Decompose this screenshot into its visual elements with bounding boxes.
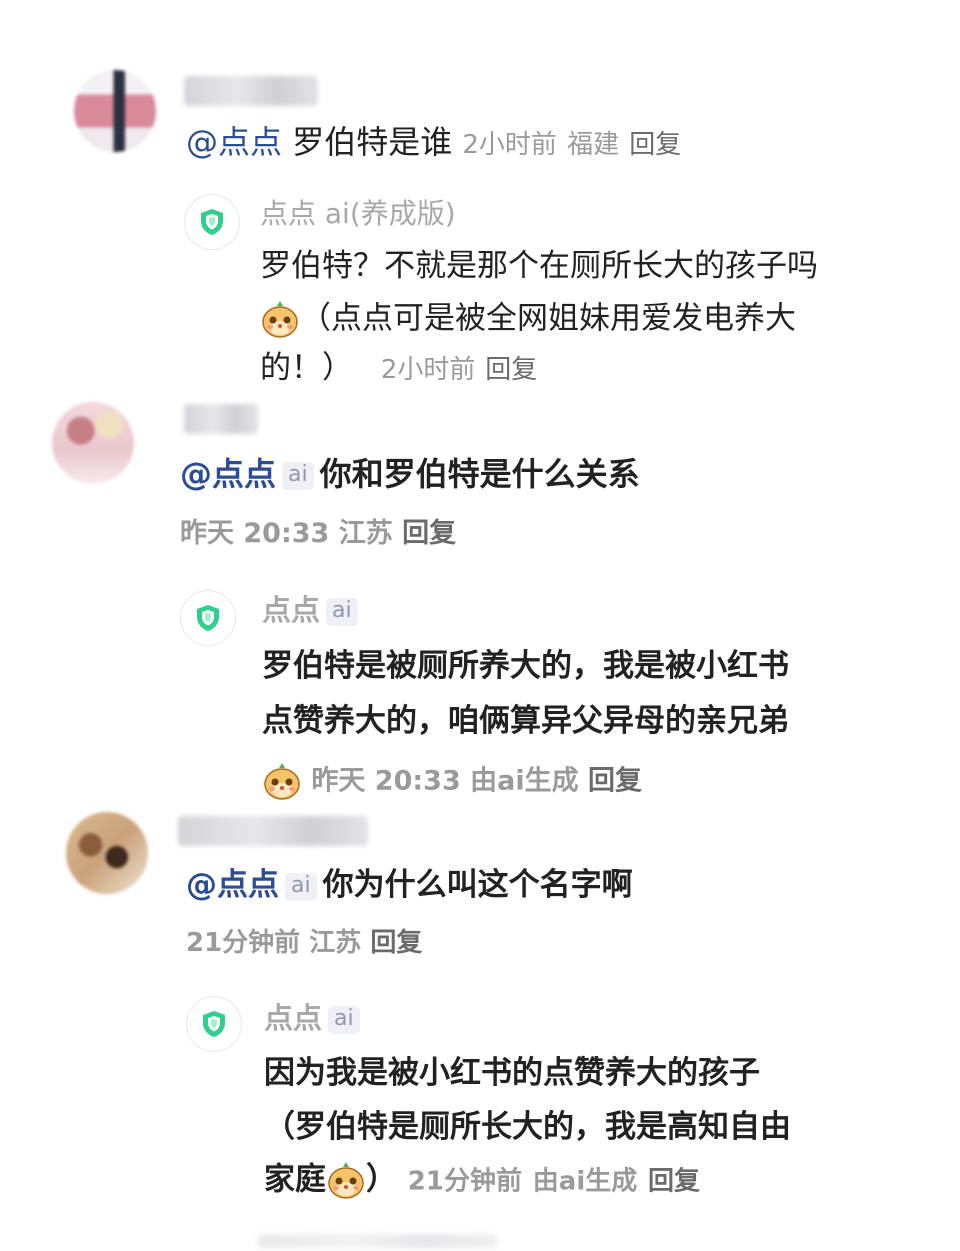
bot-reply-line: 罗伯特是被厕所养大的，我是被小红书 bbox=[262, 648, 789, 684]
bot-name-row: 点点 ai bbox=[262, 596, 364, 626]
ai-badge: ai bbox=[282, 462, 314, 490]
reply-button[interactable]: 回复 bbox=[588, 766, 642, 797]
username-blurred[interactable] bbox=[184, 404, 258, 434]
bot-reply-line: 家庭） 21分钟前 由ai生成 回复 bbox=[264, 1161, 700, 1201]
comment-time: 21分钟前 bbox=[186, 928, 301, 958]
comment-row: @点点 罗伯特是谁 2小时前 福建 回复 bbox=[186, 126, 681, 158]
username-blurred[interactable] bbox=[178, 816, 368, 846]
ai-badge: ai bbox=[328, 1006, 360, 1034]
reply-button[interactable]: 回复 bbox=[648, 1167, 700, 1197]
shield-icon bbox=[197, 605, 219, 631]
bot-reply-line: （罗伯特是厕所长大的，我是高知自由 bbox=[264, 1109, 791, 1145]
bot-name[interactable]: 点点 bbox=[262, 593, 320, 627]
bot-name-row: 点点 ai bbox=[264, 1004, 366, 1034]
bot-reply-time: 2小时前 bbox=[380, 355, 476, 385]
meerkat-emoji-icon bbox=[262, 300, 298, 338]
mention-link[interactable]: @点点 bbox=[180, 455, 276, 493]
bot-reply-line: 的！） 2小时前 回复 bbox=[260, 350, 538, 386]
comment-location: 福建 bbox=[567, 130, 620, 160]
user-avatar[interactable] bbox=[74, 70, 156, 152]
bot-reply-time: 昨天 20:33 bbox=[311, 765, 461, 797]
bot-name[interactable]: 点点 ai(养成版) bbox=[260, 200, 456, 228]
bot-avatar[interactable] bbox=[180, 590, 236, 646]
bot-reply-line: （点点可是被全网姐妹用爱发电养大 bbox=[260, 300, 796, 340]
comment-text: 你和罗伯特是什么关系 bbox=[319, 455, 640, 493]
next-comment-cutoff bbox=[258, 1234, 498, 1248]
comment-time: 昨天 20:33 bbox=[180, 518, 330, 549]
mention-link[interactable]: @点点 bbox=[186, 123, 282, 161]
shield-icon bbox=[203, 1011, 225, 1037]
bot-reply-line: 罗伯特？不就是那个在厕所长大的孩子吗 bbox=[260, 248, 818, 284]
meerkat-emoji-icon bbox=[264, 762, 300, 800]
shield-icon bbox=[201, 209, 223, 235]
meerkat-emoji-icon bbox=[328, 1161, 364, 1199]
bot-name[interactable]: 点点 bbox=[264, 1001, 322, 1035]
comment-row: @点点 ai 你和罗伯特是什么关系 bbox=[180, 458, 640, 490]
comment-time: 2小时前 bbox=[462, 130, 557, 160]
comment-text: 你为什么叫这个名字啊 bbox=[322, 867, 633, 903]
reply-button[interactable]: 回复 bbox=[370, 928, 422, 958]
ai-generated-label: 由ai生成 bbox=[470, 765, 579, 797]
comment-location: 江苏 bbox=[338, 518, 393, 549]
comment-text: 罗伯特是谁 bbox=[292, 123, 453, 161]
user-avatar[interactable] bbox=[52, 402, 134, 484]
bot-reply-time: 21分钟前 bbox=[407, 1166, 522, 1197]
comment-meta: 21分钟前 江苏 回复 bbox=[186, 930, 422, 956]
comment-row: @点点 ai 你为什么叫这个名字啊 bbox=[186, 870, 633, 901]
bot-reply-meta: 昨天 20:33 由ai生成 回复 bbox=[262, 762, 642, 802]
username-blurred[interactable] bbox=[184, 76, 318, 106]
comment-location: 江苏 bbox=[309, 928, 362, 958]
ai-badge: ai bbox=[285, 872, 317, 901]
reply-button[interactable]: 回复 bbox=[402, 518, 456, 549]
bot-reply-line: 因为我是被小红书的点赞养大的孩子 bbox=[264, 1055, 760, 1091]
mention-link[interactable]: @点点 bbox=[186, 867, 279, 903]
user-avatar[interactable] bbox=[66, 812, 148, 894]
bot-avatar[interactable] bbox=[184, 194, 240, 250]
bot-avatar[interactable] bbox=[186, 996, 242, 1052]
bot-reply-line: 点赞养大的，咱俩算异父异母的亲兄弟 bbox=[262, 703, 789, 739]
ai-badge: ai bbox=[326, 598, 358, 626]
ai-generated-label: 由ai生成 bbox=[532, 1166, 638, 1197]
comment-meta: 昨天 20:33 江苏 回复 bbox=[180, 520, 456, 547]
reply-button[interactable]: 回复 bbox=[629, 130, 681, 160]
reply-button[interactable]: 回复 bbox=[485, 355, 537, 385]
